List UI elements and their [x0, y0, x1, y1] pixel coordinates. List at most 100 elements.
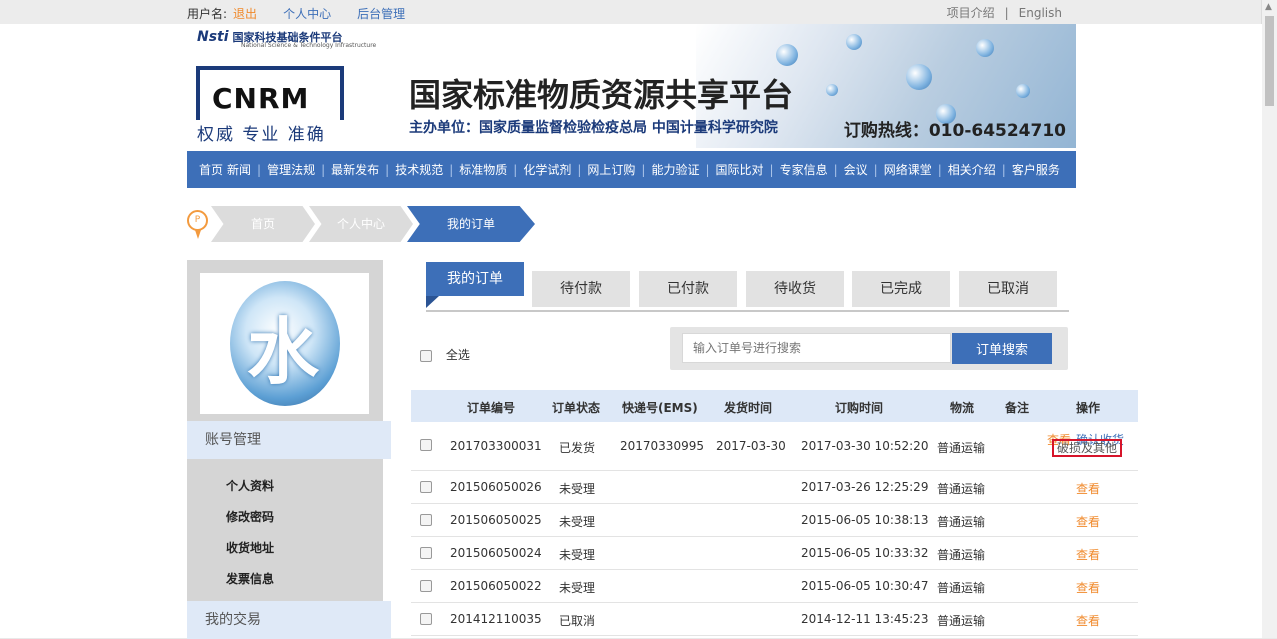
view-link[interactable]: 查看 [1076, 612, 1100, 629]
breadcrumb-home[interactable]: 首页 [211, 206, 315, 242]
nav-item-tech-specs[interactable]: 技术规范 [389, 161, 449, 178]
order-tabs: 我的订单 待付款 已付款 待收货 已完成 已取消 [426, 262, 1069, 312]
col-ems: 快递号(EMS) [622, 401, 698, 415]
nsti-logo: Nsti 国家科技基础条件平台 National Science & Techno… [197, 29, 376, 49]
table-row: 201412110035 已取消 2014-12-11 13:45:23 普通运… [411, 603, 1138, 636]
order-logistics: 普通运输 [937, 548, 986, 562]
admin-link[interactable]: 后台管理 [357, 7, 405, 21]
nav-item-reference-materials[interactable]: 标准物质 [453, 161, 513, 178]
nav-item-intl-comparison[interactable]: 国际比对 [710, 161, 770, 178]
tab-pending-payment[interactable]: 待付款 [532, 271, 630, 307]
row-checkbox[interactable] [420, 481, 432, 493]
order-status: 未受理 [559, 548, 596, 562]
order-id: 201506050026 [450, 480, 542, 494]
sidebar-section-trades[interactable]: 我的交易 [187, 601, 391, 639]
table-header: 订单编号 订单状态 快递号(EMS) 发货时间 订购时间 物流 备注 操作 [411, 390, 1138, 422]
order-time: 2014-12-11 13:45:23 [801, 612, 929, 626]
nav-item-reagents[interactable]: 化学试剂 [517, 161, 577, 178]
order-status: 已取消 [559, 614, 596, 628]
nav-item-regulations[interactable]: 管理法规 [261, 161, 321, 178]
nav-item-home[interactable]: 首页 [193, 161, 225, 178]
order-logistics: 普通运输 [937, 614, 986, 628]
col-logistics: 物流 [950, 401, 975, 415]
damage-other-link[interactable]: 破损及其他 [1052, 439, 1123, 457]
avatar-character: 水 [247, 310, 320, 394]
order-id: 201506050024 [450, 546, 542, 560]
order-id: 201506050025 [450, 513, 542, 527]
search-input[interactable] [682, 333, 951, 363]
cnrm-logo[interactable]: CNRM [196, 66, 344, 120]
col-ship-time: 发货时间 [724, 401, 773, 415]
scroll-up-icon[interactable]: ▲ [1265, 2, 1272, 12]
page-content: Nsti 国家科技基础条件平台 National Science & Techno… [0, 24, 1262, 639]
view-link[interactable]: 查看 [1076, 546, 1100, 563]
col-order-id: 订单编号 [467, 401, 516, 415]
english-link[interactable]: English [1019, 6, 1062, 20]
organizer-text: 主办单位：国家质量监督检验检疫总局 中国计量科学研究院 [409, 120, 778, 136]
orders-table: 订单编号 订单状态 快递号(EMS) 发货时间 订购时间 物流 备注 操作 20… [411, 390, 1138, 636]
breadcrumb-personal-center[interactable]: 个人中心 [309, 206, 413, 242]
order-id: 201703300031 [450, 439, 542, 453]
nav-item-news[interactable]: 新闻 [225, 161, 257, 178]
tab-my-orders[interactable]: 我的订单 [426, 262, 524, 308]
nav-item-experts[interactable]: 专家信息 [774, 161, 834, 178]
sidebar-item-address[interactable]: 收货地址 [226, 539, 274, 556]
order-time: 2015-06-05 10:38:13 [801, 513, 929, 527]
scrollbar-thumb[interactable] [1265, 16, 1274, 106]
username-label: 用户名: [187, 7, 228, 21]
order-id: 201412110035 [450, 612, 542, 626]
row-checkbox[interactable] [420, 439, 432, 451]
order-ship-time: 2017-03-30 [716, 439, 786, 453]
tab-completed[interactable]: 已完成 [852, 271, 950, 307]
tab-awaiting-delivery[interactable]: 待收货 [746, 271, 844, 307]
select-all-checkbox[interactable] [420, 349, 432, 362]
nav-item-latest[interactable]: 最新发布 [325, 161, 385, 178]
nav-item-customer-service[interactable]: 客户服务 [1006, 161, 1066, 178]
col-actions: 操作 [1076, 401, 1101, 415]
main-nav: 首页 新闻 | 管理法规 | 最新发布 | 技术规范 | 标准物质 | 化学试剂 | 网上订… [187, 151, 1076, 188]
row-checkbox[interactable] [420, 547, 432, 559]
nav-item-proficiency[interactable]: 能力验证 [645, 161, 705, 178]
order-search: 订单搜索 [670, 327, 1068, 370]
avatar[interactable]: 水 [200, 273, 369, 414]
tab-cancelled[interactable]: 已取消 [959, 271, 1057, 307]
scrollbar[interactable]: ▲ [1261, 0, 1277, 638]
table-row: 201703300031 已发货 20170330995 2017-03-30 … [411, 422, 1138, 471]
order-status: 未受理 [559, 482, 596, 496]
personal-center-link[interactable]: 个人中心 [283, 7, 331, 21]
nav-item-online-order[interactable]: 网上订购 [581, 161, 641, 178]
order-status: 未受理 [559, 581, 596, 595]
sidebar-section-account[interactable]: 账号管理 [187, 421, 391, 459]
nav-item-online-classroom[interactable]: 网络课堂 [878, 161, 938, 178]
sidebar-item-profile[interactable]: 个人资料 [226, 477, 274, 494]
select-all-label: 全选 [445, 348, 470, 362]
hotline-text: 订购热线：010-64524710 [843, 121, 1066, 141]
slogan: 权威 专业 准确 [197, 125, 326, 145]
table-row: 201506050026 未受理 2017-03-26 12:25:29 普通运… [411, 471, 1138, 504]
site-header: Nsti 国家科技基础条件平台 National Science & Techno… [187, 24, 1076, 151]
table-row: 201506050025 未受理 2015-06-05 10:38:13 普通运… [411, 504, 1138, 537]
view-link[interactable]: 查看 [1076, 480, 1100, 497]
row-checkbox[interactable] [420, 580, 432, 592]
tab-paid[interactable]: 已付款 [639, 271, 737, 307]
view-link[interactable]: 查看 [1076, 579, 1100, 596]
order-logistics: 普通运输 [937, 515, 986, 529]
sidebar-item-change-password[interactable]: 修改密码 [226, 508, 274, 525]
search-button[interactable]: 订单搜索 [952, 333, 1052, 364]
nav-item-related[interactable]: 相关介绍 [942, 161, 1002, 178]
project-intro-link[interactable]: 项目介绍 [947, 6, 995, 20]
logout-link[interactable]: 退出 [233, 7, 257, 21]
location-pin-icon: P [187, 210, 208, 239]
nsti-logo-mark: Nsti [197, 29, 229, 45]
order-status: 已发货 [559, 441, 596, 455]
breadcrumb-my-orders[interactable]: 我的订单 [407, 206, 535, 242]
row-checkbox[interactable] [420, 514, 432, 526]
table-row: 201506050022 未受理 2015-06-05 10:30:47 普通运… [411, 570, 1138, 603]
order-logistics: 普通运输 [937, 482, 986, 496]
cnrm-logo-text: CNRM [212, 82, 310, 115]
sidebar-item-invoice[interactable]: 发票信息 [226, 570, 274, 587]
nav-item-meetings[interactable]: 会议 [838, 161, 874, 178]
row-checkbox[interactable] [420, 613, 432, 625]
view-link[interactable]: 查看 [1076, 513, 1100, 530]
order-logistics: 普通运输 [937, 581, 986, 595]
